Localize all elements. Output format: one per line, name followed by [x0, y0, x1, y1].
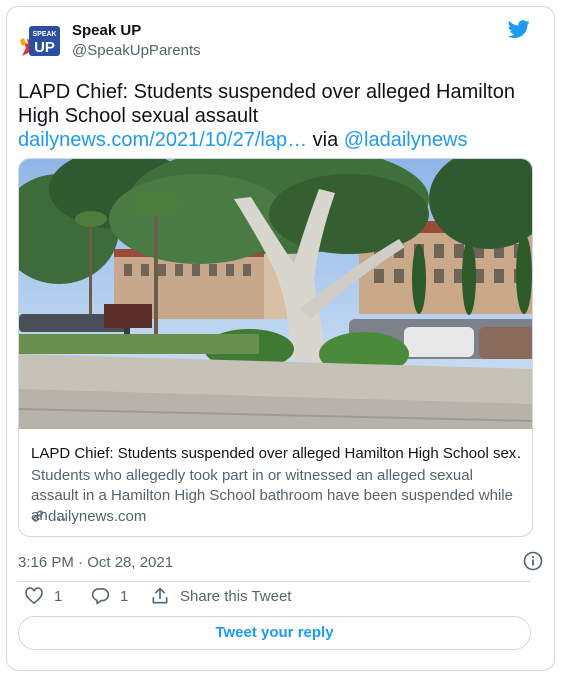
share-label: Share this Tweet	[180, 587, 292, 605]
user-name[interactable]: Speak UP	[72, 22, 141, 40]
avatar-text-top: SPEAK	[32, 31, 56, 38]
like-button[interactable]: 1	[24, 585, 62, 607]
link-card-title[interactable]: LAPD Chief: Students suspended over alle…	[31, 444, 521, 464]
school-building-photo[interactable]	[19, 159, 533, 429]
share-tweet-button[interactable]: Share this Tweet	[150, 585, 291, 607]
tweet-via: via	[307, 129, 344, 151]
reply-icon	[91, 588, 110, 605]
like-count: 1	[54, 587, 63, 605]
heart-icon	[25, 587, 43, 605]
link-preview-card[interactable]: LAPD Chief: Students suspended over alle…	[18, 158, 533, 537]
tweet-text: LAPD Chief: Students suspended over alle…	[18, 80, 538, 152]
share-icon	[152, 587, 168, 604]
tweet-actions: 1 1 Share this Tweet	[18, 585, 531, 607]
info-icon[interactable]	[523, 551, 543, 571]
tweet-mention[interactable]: @ladailynews	[344, 129, 468, 151]
divider	[18, 581, 531, 582]
avatar[interactable]: SPEAK UP	[18, 18, 62, 62]
reply-count: 1	[120, 587, 129, 605]
user-handle[interactable]: @SpeakUpParents	[72, 42, 201, 60]
link-card-domain: dailynews.com	[31, 507, 146, 527]
tweet-header: SPEAK UP Speak UP @SpeakUpParents	[18, 18, 531, 62]
tweet-link[interactable]: dailynews.com/2021/10/27/lap…	[18, 129, 307, 151]
tweet-your-reply-button[interactable]: Tweet your reply	[18, 616, 531, 650]
reply-button[interactable]: 1	[90, 585, 128, 607]
tweet-body: LAPD Chief: Students suspended over alle…	[18, 81, 515, 127]
link-icon	[32, 510, 44, 522]
tweet-timestamp[interactable]: 3:16 PM · Oct 28, 2021	[18, 553, 173, 573]
twitter-bird-icon[interactable]	[507, 18, 531, 40]
avatar-text-bottom: UP	[34, 39, 55, 56]
link-card-domain-text: dailynews.com	[48, 508, 147, 525]
